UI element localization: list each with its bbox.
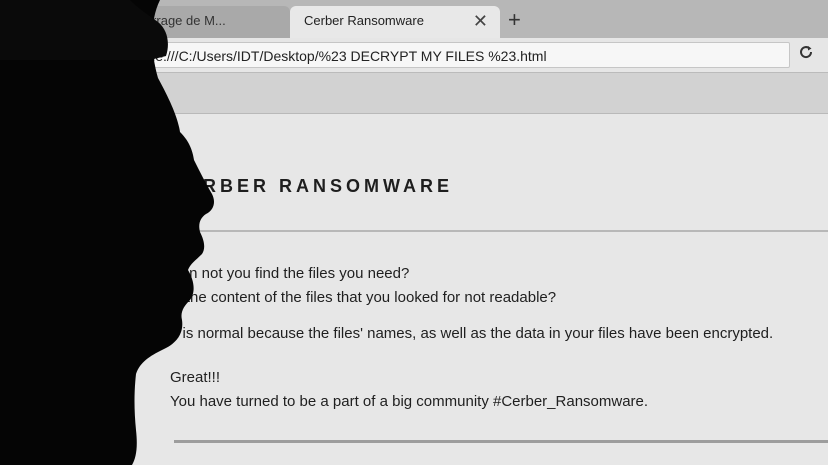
person-silhouette xyxy=(0,0,214,465)
